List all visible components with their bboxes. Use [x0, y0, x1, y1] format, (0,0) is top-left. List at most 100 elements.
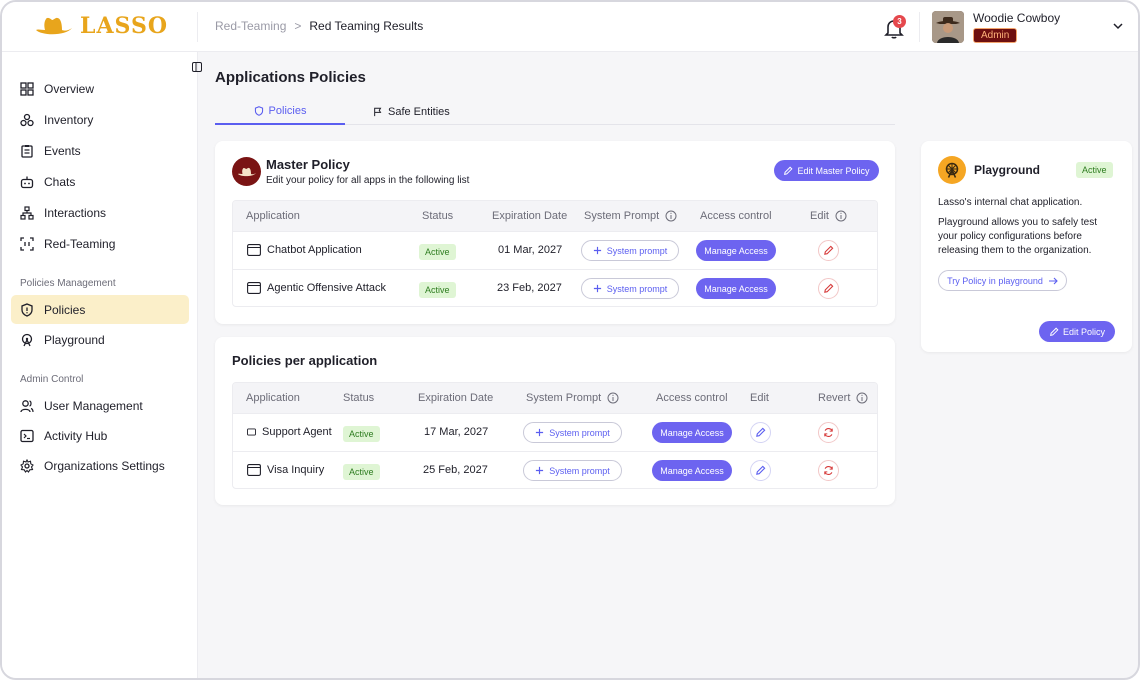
try-policy-label: Try Policy in playground: [947, 275, 1043, 286]
info-icon[interactable]: [856, 392, 868, 404]
brand-name: LASSO: [80, 13, 168, 39]
system-prompt-button[interactable]: System prompt: [581, 278, 679, 299]
edit-button[interactable]: [818, 278, 839, 299]
clipboard-icon: [21, 144, 33, 158]
column-header-label: System Prompt: [584, 210, 660, 222]
sidebar-item-label: User Management: [44, 398, 143, 413]
manage-access-button[interactable]: Manage Access: [652, 460, 732, 481]
revert-button[interactable]: [818, 460, 839, 481]
sidebar-item-playground[interactable]: Playground: [11, 325, 189, 354]
policies-per-application-card: Policies per application Application Sta…: [215, 337, 895, 505]
manage-access-button[interactable]: Manage Access: [696, 278, 776, 299]
info-icon[interactable]: [607, 392, 619, 404]
column-header: Application: [246, 210, 300, 222]
browser-window-icon: [247, 244, 261, 256]
system-prompt-button[interactable]: System prompt: [523, 422, 622, 443]
arrow-right-icon: [1048, 277, 1058, 284]
status-badge: Active: [1076, 162, 1113, 178]
revert-button[interactable]: [818, 422, 839, 443]
column-header-label: Edit: [810, 210, 829, 222]
column-header: Access control: [700, 210, 772, 222]
application-cell: Visa Inquiry: [247, 464, 324, 476]
app-window: LASSO Red-Teaming > Red Teaming Results …: [0, 0, 1140, 680]
scan-icon: [20, 236, 34, 251]
ferris-wheel-icon: [938, 156, 966, 184]
master-policy-table: Application Status Expiration Date Syste…: [232, 200, 878, 307]
column-header-system-prompt: System Prompt: [526, 392, 619, 404]
ferris-wheel-icon: [21, 333, 33, 346]
info-icon[interactable]: [835, 210, 847, 222]
manage-access-button[interactable]: Manage Access: [696, 240, 776, 261]
system-prompt-button[interactable]: System prompt: [523, 460, 622, 481]
sidebar-item-inventory[interactable]: Inventory: [11, 105, 189, 134]
brand-logo[interactable]: LASSO: [34, 13, 168, 39]
edit-policy-label: Edit Policy: [1062, 326, 1106, 337]
application-name: Support Agent: [262, 426, 332, 438]
sidebar-item-label: Organizations Settings: [44, 458, 165, 473]
edit-button[interactable]: [750, 460, 771, 481]
shield-icon: [21, 302, 33, 317]
section-admin-control: Admin Control: [20, 374, 84, 385]
table-row: Chatbot Application Active 01 Mar, 2027 …: [233, 231, 877, 269]
per-application-table: Application Status Expiration Date Syste…: [232, 382, 878, 489]
sidebar-collapse-icon[interactable]: [192, 62, 202, 72]
user-name: Woodie Cowboy: [973, 11, 1061, 25]
breadcrumb-parent[interactable]: Red-Teaming: [215, 19, 286, 33]
application-cell: Chatbot Application: [247, 244, 362, 256]
status-badge: Active: [419, 244, 456, 260]
refresh-icon: [824, 466, 833, 475]
plus-icon: [593, 284, 601, 293]
system-prompt-label: System prompt: [549, 427, 610, 438]
sidebar-item-policies[interactable]: Policies: [11, 295, 189, 324]
sidebar-item-events[interactable]: Events: [11, 136, 189, 165]
browser-window-icon: [247, 282, 261, 294]
sidebar-item-user-management[interactable]: User Management: [11, 391, 189, 420]
avatar-image: [932, 11, 964, 43]
network-icon: [20, 205, 34, 220]
system-prompt-button[interactable]: System prompt: [581, 240, 679, 261]
pencil-icon: [824, 245, 834, 255]
role-badge: Admin: [973, 28, 1018, 43]
sidebar-item-overview[interactable]: Overview: [11, 74, 189, 103]
divider: [919, 12, 920, 42]
sidebar-item-red-teaming[interactable]: Red-Teaming: [11, 229, 189, 258]
edit-button[interactable]: [818, 240, 839, 261]
app-window-icon: [247, 428, 256, 436]
edit-master-policy-button[interactable]: Edit Master Policy: [774, 160, 879, 181]
expiration-date: 25 Feb, 2027: [423, 464, 488, 476]
sidebar: Overview Inventory Events Chats Interact…: [2, 52, 198, 678]
sidebar-item-chats[interactable]: Chats: [11, 167, 189, 196]
master-policy-subtitle: Edit your policy for all apps in the fol…: [266, 175, 470, 186]
breadcrumb-current: Red Teaming Results: [309, 19, 424, 33]
manage-access-button[interactable]: Manage Access: [652, 422, 732, 443]
plus-icon: [536, 428, 544, 437]
edit-button[interactable]: [750, 422, 771, 443]
sidebar-item-label: Events: [44, 143, 81, 158]
edit-policy-button[interactable]: Edit Policy: [1039, 321, 1115, 342]
breadcrumb-separator: >: [294, 19, 302, 33]
column-header-revert: Revert: [818, 392, 868, 404]
column-header-system-prompt: System Prompt: [584, 210, 677, 222]
page-title: Applications Policies: [215, 69, 366, 86]
chevron-down-icon[interactable]: [1112, 20, 1124, 32]
info-icon[interactable]: [665, 210, 677, 222]
sidebar-item-organizations-settings[interactable]: Organizations Settings: [11, 451, 189, 480]
sidebar-item-label: Policies: [44, 302, 86, 317]
tab-safe-entities[interactable]: Safe Entities: [373, 98, 450, 125]
sidebar-item-interactions[interactable]: Interactions: [11, 198, 189, 227]
status-badge: Active: [343, 464, 380, 480]
column-header: Status: [343, 392, 375, 404]
sidebar-item-label: Red-Teaming: [44, 236, 116, 251]
tab-policies[interactable]: Policies: [215, 98, 345, 125]
system-prompt-label: System prompt: [606, 245, 668, 256]
sidebar-item-activity-hub[interactable]: Activity Hub: [11, 421, 189, 450]
sidebar-item-label: Playground: [44, 332, 105, 347]
try-policy-button[interactable]: Try Policy in playground: [938, 270, 1067, 291]
gear-icon: [20, 458, 34, 473]
section-policies-management: Policies Management: [20, 278, 116, 289]
table-header: Application Status Expiration Date Syste…: [233, 201, 877, 231]
cowboy-hat-icon: [36, 17, 72, 35]
application-cell: Support Agent: [247, 426, 332, 438]
avatar[interactable]: [932, 11, 964, 43]
playground-title: Playground: [974, 163, 1041, 177]
